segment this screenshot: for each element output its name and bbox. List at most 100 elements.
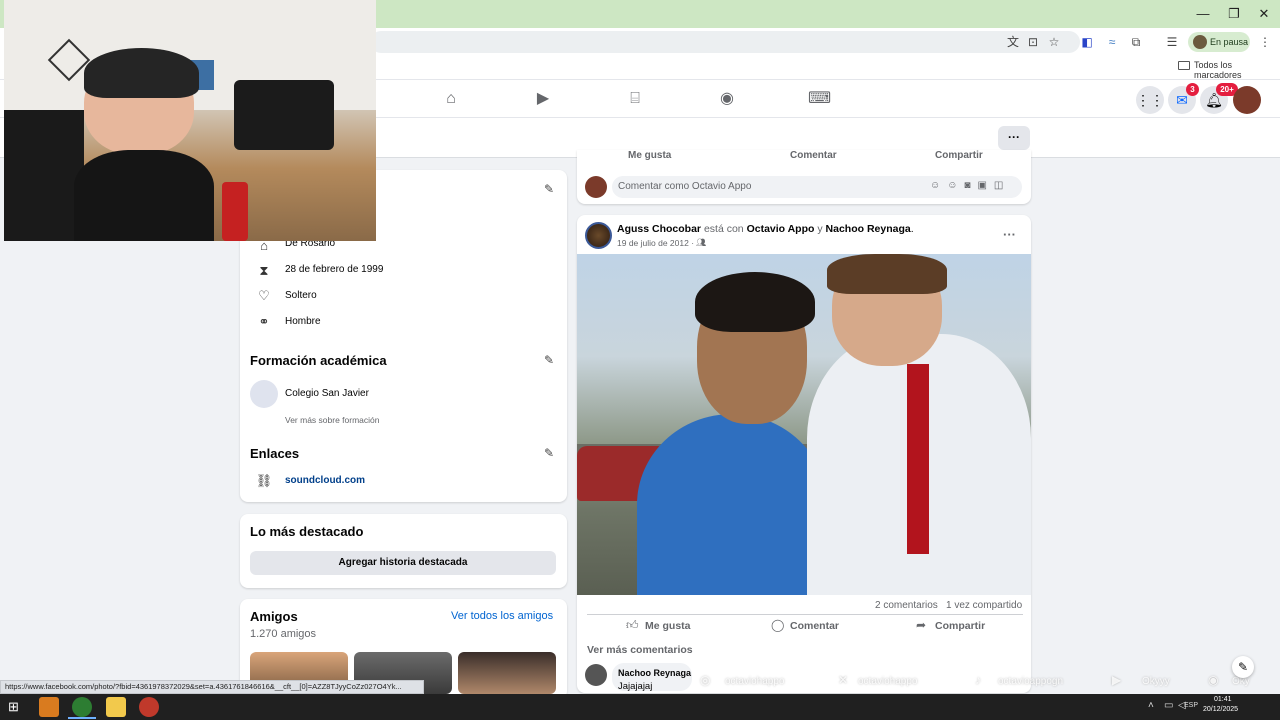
black-cap	[84, 48, 199, 98]
home-icon[interactable]: ⌂	[440, 88, 462, 110]
edit-pencil-icon[interactable]: ✎	[541, 352, 557, 368]
profile-avatar	[1193, 35, 1207, 49]
language-indicator[interactable]: ESP	[1184, 702, 1198, 709]
and-text: y	[817, 223, 823, 235]
education-heading: Formación académica	[250, 353, 387, 368]
tiktok-icon: ♪	[975, 673, 981, 687]
media-control-icon[interactable]: ☰	[1163, 33, 1181, 51]
divider	[587, 614, 1023, 615]
thumbs-up-icon: 👍︎	[626, 618, 639, 632]
soundcloud-link[interactable]: soundcloud.com	[285, 475, 365, 486]
comment-placeholder: Comentar como Octavio Appo	[618, 181, 752, 192]
like-button[interactable]: Me gusta	[645, 620, 691, 632]
comment-button[interactable]: Comentar	[790, 620, 839, 632]
commenter-name[interactable]: Nachoo Reynaga	[618, 668, 691, 678]
friend-photo[interactable]	[458, 652, 556, 694]
video-icon[interactable]: ▶	[532, 88, 554, 110]
gender-text: Hombre	[285, 316, 321, 327]
bookmark-star-icon[interactable]: ☆	[1045, 33, 1063, 51]
youtube-icon: ▶	[1112, 673, 1122, 687]
windows-start-icon[interactable]: ⊞	[8, 700, 22, 714]
groups-icon[interactable]: ◉	[716, 88, 738, 110]
author-avatar[interactable]	[585, 222, 612, 249]
file-explorer-icon[interactable]	[106, 697, 126, 717]
commenter-avatar[interactable]	[585, 664, 607, 686]
translate-icon[interactable]: 文	[1004, 33, 1022, 51]
share-button[interactable]: Compartir	[935, 620, 985, 632]
messenger-badge: 3	[1186, 83, 1199, 96]
tagged-user[interactable]: Octavio Appo	[747, 223, 815, 235]
friends-count: 1.270 amigos	[250, 628, 317, 640]
install-icon[interactable]: ⊡	[1024, 33, 1042, 51]
network-icon[interactable]: ▭	[1164, 700, 1173, 711]
marketplace-icon[interactable]: ⌸	[624, 88, 646, 110]
tray-chevron-icon[interactable]: ˄	[1148, 700, 1154, 711]
menu-kebab-icon[interactable]: ⋮	[1256, 33, 1274, 51]
comment-tools-icon[interactable]: ☺☺◙▣◫	[930, 180, 1010, 191]
tiktok-handle: octavioappogn	[998, 676, 1064, 687]
address-bar[interactable]	[370, 31, 1080, 53]
active-app-indicator	[68, 717, 96, 719]
menu-grid-icon[interactable]: ⋮⋮	[1136, 86, 1164, 114]
all-bookmarks-link[interactable]: Todos los marcadores	[1194, 60, 1280, 80]
spotify-icon: ◉	[1208, 673, 1219, 687]
minimize-icon[interactable]: —	[1188, 4, 1218, 24]
edit-pencil-icon[interactable]: ✎	[541, 181, 557, 197]
x-handle: octaviohappo	[858, 676, 918, 687]
add-featured-button[interactable]: Agregar historia destacada	[250, 551, 556, 575]
school-avatar	[250, 380, 278, 408]
boy2-hair	[827, 254, 947, 294]
school-name[interactable]: Colegio San Javier	[285, 388, 369, 399]
gaming-icon[interactable]: ⌨	[808, 88, 831, 110]
author-name[interactable]: Aguss Chocobar	[617, 223, 701, 235]
heart-icon: ♡	[258, 288, 270, 303]
instagram-handle: octaviohappo	[725, 676, 785, 687]
red-strap	[907, 364, 929, 554]
chrome-icon[interactable]	[72, 697, 92, 717]
instagram-icon: ◎	[700, 673, 711, 687]
period: .	[910, 223, 914, 235]
comment-text: Jajajajaj	[618, 681, 653, 692]
shares-count[interactable]: 1 vez compartido	[946, 600, 1022, 611]
link-chain-icon: ⛓	[255, 473, 273, 488]
education-more-link[interactable]: Ver más sobre formación	[285, 415, 379, 425]
my-avatar	[585, 176, 607, 198]
post-photo[interactable]	[577, 254, 1031, 595]
post-date[interactable]: 19 de julio de 2012 ·	[617, 238, 694, 248]
extension-icon[interactable]: ≈	[1103, 33, 1121, 51]
new-message-icon[interactable]: ✎	[1232, 656, 1254, 678]
extensions-puzzle-icon[interactable]: ⧉	[1127, 33, 1145, 51]
extension-icon[interactable]: ◧	[1078, 33, 1096, 51]
comment-button[interactable]: Comentar	[790, 150, 837, 161]
clock-time[interactable]: 01:41	[1214, 696, 1232, 703]
webcam-overlay	[4, 0, 376, 241]
folder-icon	[1178, 61, 1190, 70]
account-avatar[interactable]	[1233, 86, 1261, 114]
youtube-handle: Okyyy	[1142, 676, 1170, 687]
gender-icon: ⚭	[258, 314, 270, 329]
restore-icon[interactable]: ❐	[1219, 4, 1249, 24]
media-player-icon[interactable]	[39, 697, 59, 717]
windows-taskbar	[0, 694, 1280, 720]
edit-pencil-icon[interactable]: ✎	[541, 445, 557, 461]
post-options-icon[interactable]: ···	[1003, 227, 1016, 242]
boy-hair	[695, 272, 815, 332]
boy-blue-shirt	[637, 414, 827, 595]
links-heading: Enlaces	[250, 446, 300, 461]
black-sofa	[234, 80, 334, 150]
more-comments-link[interactable]: Ver más comentarios	[587, 644, 693, 656]
obs-icon[interactable]	[139, 697, 159, 717]
red-bottle	[222, 182, 248, 241]
friends-heading: Amigos	[250, 609, 298, 624]
tagged-user[interactable]: Nachoo Reynaga	[826, 223, 911, 235]
black-shirt	[74, 150, 214, 241]
close-icon[interactable]: ✕	[1249, 4, 1279, 24]
clock-date[interactable]: 20/12/2025	[1203, 706, 1238, 713]
share-button[interactable]: Compartir	[935, 150, 983, 161]
comments-count[interactable]: 2 comentarios	[875, 600, 938, 611]
see-all-friends-link[interactable]: Ver todos los amigos	[451, 610, 553, 622]
like-button[interactable]: Me gusta	[628, 150, 671, 161]
share-arrow-icon: ➦	[916, 618, 927, 632]
birthday-cake-icon: ⧗	[259, 263, 269, 278]
profile-more-button[interactable]: ···	[998, 126, 1030, 150]
